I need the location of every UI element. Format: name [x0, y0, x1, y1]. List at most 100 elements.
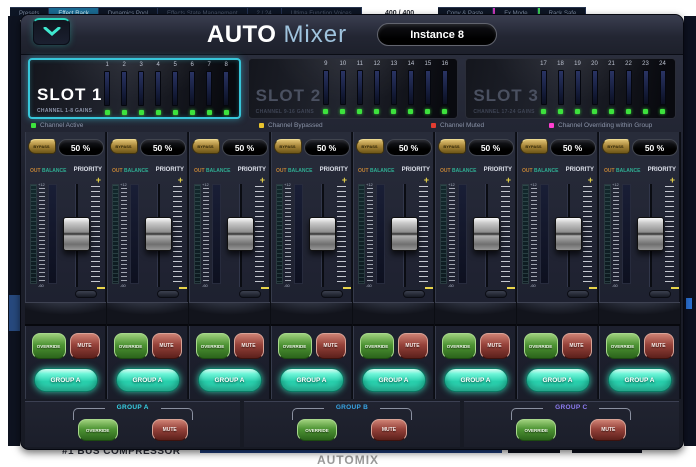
- group-override-button[interactable]: OVERRIDE: [297, 419, 337, 441]
- priority-fader-handle[interactable]: [145, 217, 172, 251]
- priority-fader-handle[interactable]: [391, 217, 418, 251]
- gain-percentage-display[interactable]: 50 %: [140, 139, 186, 156]
- legend-channel-overriding-within-group: Channel Overriding within Group: [549, 122, 652, 129]
- gain-percentage-display[interactable]: 50 %: [386, 139, 432, 156]
- bypass-button[interactable]: BYPASS: [192, 139, 220, 154]
- strip-knob[interactable]: [567, 290, 589, 298]
- priority-tick-scale: [173, 186, 182, 284]
- override-button[interactable]: OVERRIDE: [360, 333, 394, 359]
- scale-top-label: +12: [366, 182, 373, 187]
- scale-top-label: +12: [612, 182, 619, 187]
- priority-minus-mark: [507, 287, 515, 289]
- out-label: OUT: [604, 168, 615, 174]
- gain-percentage-display[interactable]: 50 %: [468, 139, 514, 156]
- override-button[interactable]: OVERRIDE: [278, 333, 312, 359]
- bypass-button[interactable]: BYPASS: [520, 139, 548, 154]
- strip-knob[interactable]: [649, 290, 671, 298]
- group-assign-button[interactable]: GROUP A: [34, 368, 98, 392]
- mute-button[interactable]: MUTE: [152, 333, 182, 359]
- mute-button[interactable]: MUTE: [480, 333, 510, 359]
- strip-knob[interactable]: [485, 290, 507, 298]
- group-assign-button[interactable]: GROUP A: [608, 368, 672, 392]
- priority-minus-mark: [179, 287, 187, 289]
- priority-fader-handle[interactable]: [637, 217, 664, 251]
- strip-knob[interactable]: [75, 290, 97, 298]
- strip-knob[interactable]: [239, 290, 261, 298]
- balance-fader-track[interactable]: [622, 184, 631, 284]
- gain-percentage-display[interactable]: 50 %: [632, 139, 678, 156]
- legend-channel-bypassed: Channel Bypassed: [259, 122, 323, 129]
- balance-fader-track[interactable]: [130, 184, 139, 284]
- priority-fader-handle[interactable]: [555, 217, 582, 251]
- bypass-button[interactable]: BYPASS: [110, 139, 138, 154]
- priority-fader-handle[interactable]: [309, 217, 336, 251]
- channel-number: 17: [540, 61, 547, 70]
- override-button[interactable]: OVERRIDE: [606, 333, 640, 359]
- group-master-buttons: OVERRIDE MUTE: [464, 419, 679, 441]
- bypass-button[interactable]: BYPASS: [274, 139, 302, 154]
- strip-buttons: OVERRIDEMUTE: [26, 333, 105, 359]
- balance-fader-track[interactable]: [376, 184, 385, 284]
- balance-fader-track[interactable]: [458, 184, 467, 284]
- priority-fader-handle[interactable]: [473, 217, 500, 251]
- group-mute-button[interactable]: MUTE: [590, 419, 626, 441]
- override-button[interactable]: OVERRIDE: [114, 333, 148, 359]
- priority-minus-mark: [671, 287, 679, 289]
- strip-knob[interactable]: [157, 290, 179, 298]
- balance-fader-track[interactable]: [294, 184, 303, 284]
- mute-button[interactable]: MUTE: [562, 333, 592, 359]
- channel-active-led: [190, 110, 195, 115]
- priority-fader-handle[interactable]: [227, 217, 254, 251]
- override-button[interactable]: OVERRIDE: [442, 333, 476, 359]
- channel-20: 20: [586, 61, 603, 114]
- group-assign-button[interactable]: GROUP A: [198, 368, 262, 392]
- channel-active-led: [340, 109, 345, 114]
- mute-button[interactable]: MUTE: [234, 333, 264, 359]
- override-button[interactable]: OVERRIDE: [32, 333, 66, 359]
- group-assign-button[interactable]: GROUP A: [280, 368, 344, 392]
- slot-panel-2[interactable]: 910111213141516SLOT 2CHANNEL 9-16 GAINS: [248, 58, 459, 119]
- group-assign-button[interactable]: GROUP A: [526, 368, 590, 392]
- channel-gain-meter: [155, 71, 161, 106]
- gain-percentage-display[interactable]: 50 %: [304, 139, 350, 156]
- mute-button[interactable]: MUTE: [398, 333, 428, 359]
- balance-fader-track[interactable]: [540, 184, 549, 284]
- bypass-button[interactable]: BYPASS: [356, 139, 384, 154]
- slot-panel-3[interactable]: 1718192021222324SLOT 3CHANNEL 17-24 GAIN…: [465, 58, 676, 119]
- channel-13: 13: [385, 61, 402, 114]
- channel-number: 2: [123, 62, 126, 71]
- bypass-button[interactable]: BYPASS: [438, 139, 466, 154]
- channel-gain-meter: [189, 71, 195, 106]
- db-tick-scale: [203, 188, 209, 282]
- group-mute-button[interactable]: MUTE: [371, 419, 407, 441]
- channel-19: 19: [569, 61, 586, 114]
- group-override-button[interactable]: OVERRIDE: [516, 419, 556, 441]
- channel-gain-meter: [609, 70, 615, 105]
- group-override-button[interactable]: OVERRIDE: [78, 419, 118, 441]
- instance-selector[interactable]: Instance 8: [377, 23, 497, 46]
- priority-fader-handle[interactable]: [63, 217, 90, 251]
- strip-header: BYPASS50 %: [600, 139, 679, 156]
- priority-minus-mark: [97, 287, 105, 289]
- group-assign-button[interactable]: GROUP A: [444, 368, 508, 392]
- gain-percentage-display[interactable]: 50 %: [58, 139, 104, 156]
- mute-button[interactable]: MUTE: [316, 333, 346, 359]
- strip-knob[interactable]: [321, 290, 343, 298]
- balance-fader-track[interactable]: [48, 184, 57, 284]
- balance-fader-track[interactable]: [212, 184, 221, 284]
- gain-percentage-display[interactable]: 50 %: [222, 139, 268, 156]
- group-assign-button[interactable]: GROUP A: [116, 368, 180, 392]
- override-button[interactable]: OVERRIDE: [196, 333, 230, 359]
- gain-percentage-display[interactable]: 50 %: [550, 139, 596, 156]
- slot-panel-1[interactable]: 12345678SLOT 1CHANNEL 1-8 GAINS: [28, 58, 241, 119]
- group-mute-button[interactable]: MUTE: [152, 419, 188, 441]
- strip-knob[interactable]: [403, 290, 425, 298]
- strip-divider-band: [435, 302, 516, 326]
- mute-button[interactable]: MUTE: [644, 333, 674, 359]
- mute-button[interactable]: MUTE: [70, 333, 100, 359]
- bypass-button[interactable]: BYPASS: [602, 139, 630, 154]
- override-button[interactable]: OVERRIDE: [524, 333, 558, 359]
- bypass-button[interactable]: BYPASS: [28, 139, 56, 154]
- group-assign-button[interactable]: GROUP A: [362, 368, 426, 392]
- channel-gain-meter: [626, 70, 632, 105]
